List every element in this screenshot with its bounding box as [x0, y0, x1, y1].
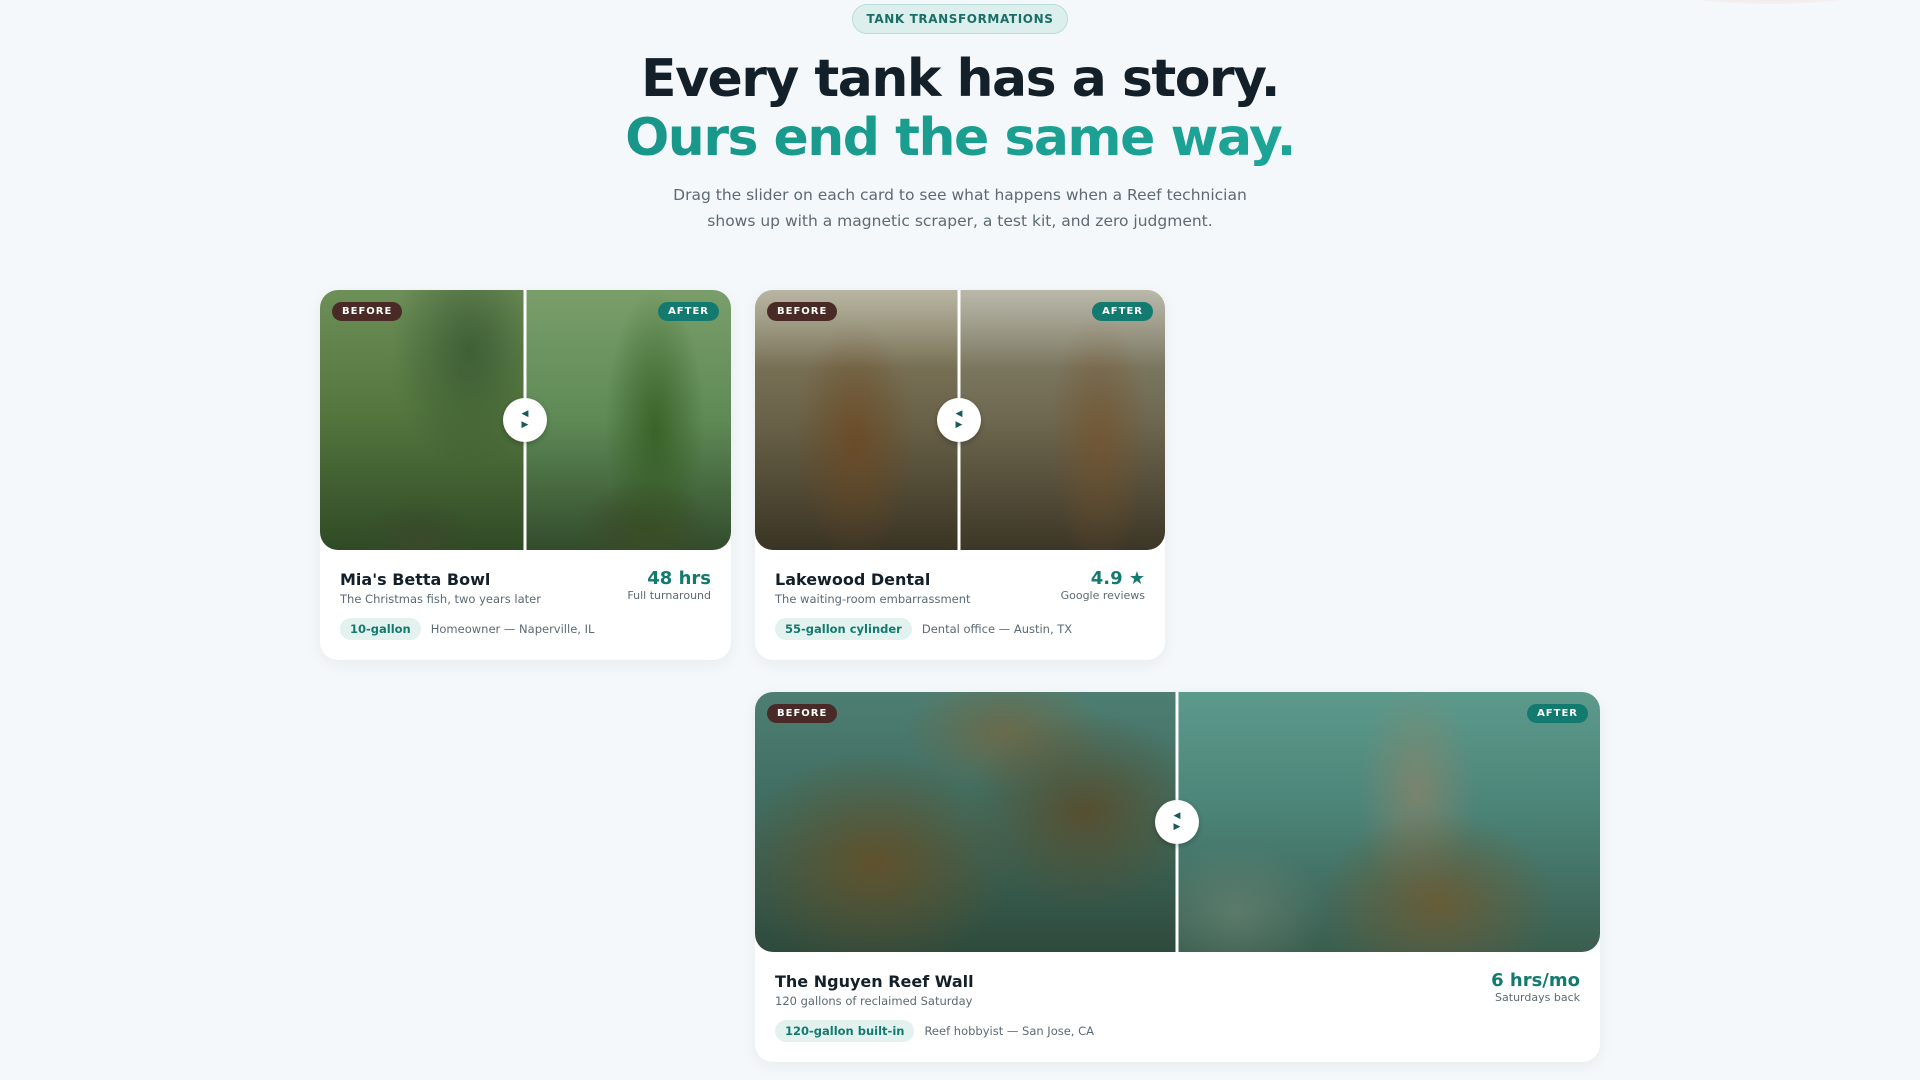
- card-title: The Nguyen Reef Wall: [775, 972, 974, 991]
- stat-value: 4.9 ★: [1090, 568, 1145, 589]
- stat-value: 48 hrs: [647, 568, 711, 589]
- after-tag: AFTER: [658, 302, 719, 321]
- section-headline: Every tank has a story. Ours end the sam…: [0, 50, 1920, 168]
- eyebrow-badge: TANK TRANSFORMATIONS: [851, 4, 1069, 34]
- after-image: [959, 290, 1165, 550]
- after-image: [525, 290, 731, 550]
- chevron-right-icon: ▶: [1173, 822, 1181, 832]
- slider-handle[interactable]: ◀ ▶: [503, 398, 547, 442]
- card-stat: 6 hrs/mo Saturdays back: [1491, 970, 1580, 1004]
- tank-size-chip: 10-gallon: [340, 618, 421, 640]
- card-title: Lakewood Dental: [775, 570, 931, 589]
- before-tag: BEFORE: [332, 302, 403, 321]
- chevron-left-icon: ◀: [955, 409, 963, 419]
- stat-label: Full turnaround: [627, 589, 711, 602]
- card-meta: 120-gallon built-in Reef hobbyist — San …: [775, 1020, 1094, 1042]
- before-image: [755, 692, 1177, 952]
- card-stat: 4.9 ★ Google reviews: [1061, 568, 1145, 602]
- card-title: Mia's Betta Bowl: [340, 570, 491, 589]
- stat-value: 6 hrs/mo: [1491, 970, 1580, 991]
- client-location: Dental office — Austin, TX: [921, 622, 1073, 636]
- headline-line-2: Ours end the same way.: [0, 109, 1920, 168]
- transformation-card-betta: ◀ ▶ BEFORE AFTER Mia's Betta Bowl The Ch…: [320, 290, 731, 660]
- card-stat: 48 hrs Full turnaround: [627, 568, 711, 602]
- card-meta: 10-gallon Homeowner — Naperville, IL: [340, 618, 594, 640]
- tank-size-chip: 120-gallon built-in: [775, 1020, 915, 1042]
- card-description: The waiting-room embarrassment: [775, 592, 971, 606]
- before-after-slider[interactable]: ◀ ▶ BEFORE AFTER: [755, 692, 1600, 952]
- after-image: [1177, 692, 1600, 952]
- before-tag: BEFORE: [767, 704, 838, 723]
- headline-line-1: Every tank has a story.: [641, 49, 1280, 109]
- after-tag: AFTER: [1527, 704, 1588, 723]
- before-after-slider[interactable]: ◀ ▶ BEFORE AFTER: [755, 290, 1165, 550]
- client-location: Homeowner — Naperville, IL: [430, 622, 595, 636]
- chevron-left-icon: ◀: [1173, 811, 1181, 821]
- transformation-card-dental: ◀ ▶ BEFORE AFTER Lakewood Dental The wai…: [755, 290, 1165, 660]
- client-location: Reef hobbyist — San Jose, CA: [924, 1024, 1095, 1038]
- stat-label: Google reviews: [1060, 589, 1145, 602]
- card-meta: 55-gallon cylinder Dental office — Austi…: [775, 618, 1072, 640]
- before-tag: BEFORE: [767, 302, 838, 321]
- slider-handle[interactable]: ◀ ▶: [937, 398, 981, 442]
- stat-label: Saturdays back: [1495, 991, 1580, 1004]
- card-description: 120 gallons of reclaimed Saturday: [775, 994, 973, 1008]
- before-image: [755, 290, 959, 550]
- chevron-right-icon: ▶: [955, 420, 963, 430]
- tank-size-chip: 55-gallon cylinder: [775, 618, 912, 640]
- section-subhead: Drag the slider on each card to see what…: [673, 186, 1247, 230]
- chevron-right-icon: ▶: [521, 420, 529, 430]
- section-eyebrow: TANK TRANSFORMATIONS: [0, 4, 1920, 34]
- before-after-slider[interactable]: ◀ ▶ BEFORE AFTER: [320, 290, 731, 550]
- chevron-left-icon: ◀: [521, 409, 529, 419]
- after-tag: AFTER: [1092, 302, 1153, 321]
- transformation-card-reef: ◀ ▶ BEFORE AFTER The Nguyen Reef Wall 12…: [755, 692, 1600, 1062]
- slider-handle[interactable]: ◀ ▶: [1155, 800, 1199, 844]
- before-image: [320, 290, 525, 550]
- card-description: The Christmas fish, two years later: [340, 592, 541, 606]
